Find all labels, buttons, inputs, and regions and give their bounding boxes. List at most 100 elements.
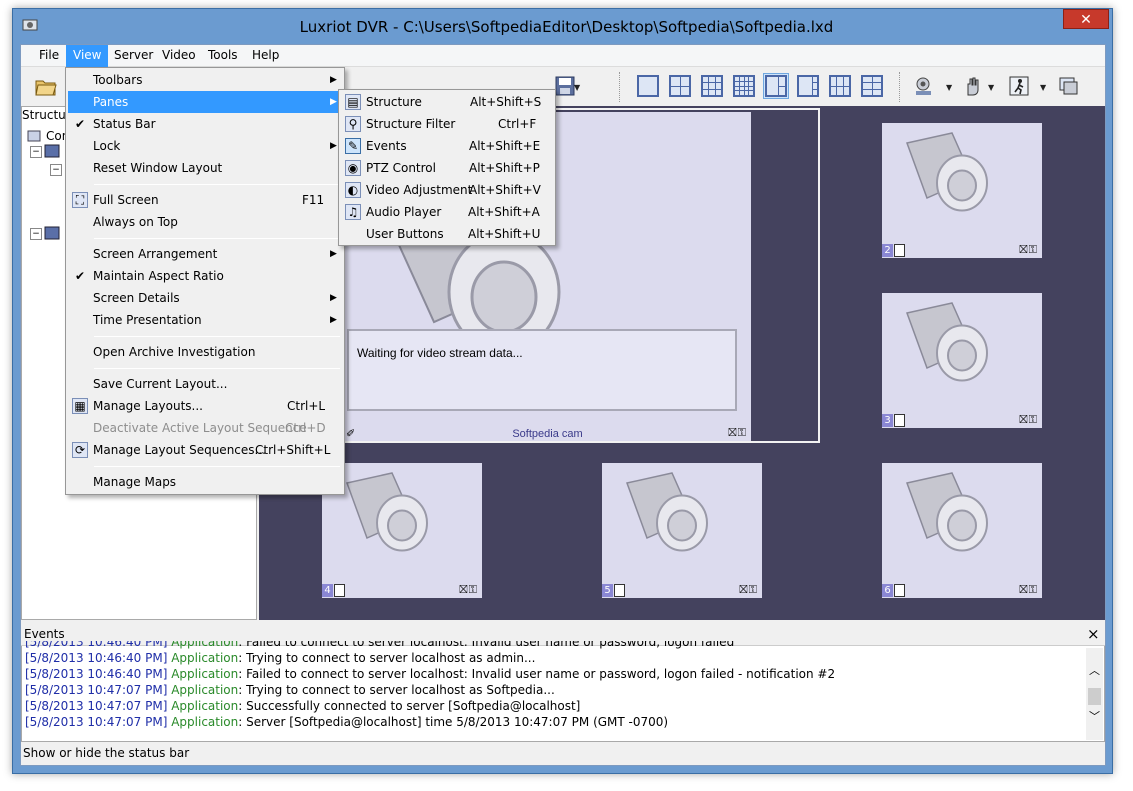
menu-item-ptz-control[interactable]: ◉ PTZ Control Alt+Shift+P [341, 157, 553, 179]
menu-item-manage-layout-sequences[interactable]: ⟳ Manage Layout Sequences... Ctrl+Shift+L [68, 439, 342, 461]
menu-server[interactable]: Server [107, 45, 160, 67]
camera-status-icons: ⛝⚿ [728, 426, 747, 439]
chevron-down-icon[interactable]: ▼ [1040, 83, 1046, 92]
events-log[interactable]: [5/8/2013 10:46:40 PM] Application: Fail… [25, 641, 1085, 741]
server-icon [27, 129, 41, 143]
scroll-thumb[interactable] [1088, 688, 1101, 705]
menu-item-deactivate-layout-sequence[interactable]: Deactivate Active Layout Sequence Ctrl+D [68, 417, 342, 439]
menu-tools[interactable]: Tools [201, 45, 245, 67]
menu-item-structure-filter[interactable]: ⚲ Structure Filter Ctrl+F [341, 113, 553, 135]
checkmark-icon: ✔ [74, 269, 86, 283]
menu-item-manage-layouts[interactable]: ▦ Manage Layouts... Ctrl+L [68, 395, 342, 417]
menu-view[interactable]: View [66, 45, 109, 67]
layout-4x4-icon[interactable] [731, 73, 757, 99]
menu-separator [94, 368, 340, 369]
events-close-icon[interactable]: × [1087, 625, 1100, 643]
tree-expander[interactable]: − [50, 164, 62, 176]
open-folder-icon[interactable] [33, 73, 59, 99]
scroll-up-icon[interactable]: ︿ [1089, 662, 1100, 678]
menu-item-maintain-aspect-ratio[interactable]: ✔ Maintain Aspect Ratio [68, 265, 342, 287]
menu-item-manage-maps[interactable]: Manage Maps [68, 471, 342, 493]
layout-3x3-icon[interactable] [699, 73, 725, 99]
menu-video[interactable]: Video [155, 45, 203, 67]
camera-placeholder-icon [626, 472, 708, 552]
camera-tile-5[interactable]: 5 ⛝⚿ [602, 463, 762, 598]
camera-placeholder-icon [906, 302, 988, 382]
record-icon [614, 584, 625, 597]
camera-placeholder-icon [346, 472, 428, 552]
log-line: [5/8/2013 10:47:07 PM] Application: Serv… [25, 715, 669, 729]
menu-item-screen-details[interactable]: Screen Details ▶ [68, 287, 342, 309]
close-button[interactable]: ✕ [1063, 9, 1109, 29]
events-scrollbar[interactable]: ︿ ﹀ [1086, 648, 1103, 740]
tree-expander[interactable]: − [30, 146, 42, 158]
group-icon [44, 226, 60, 240]
menu-item-status-bar[interactable]: ✔ Status Bar [68, 113, 342, 135]
camera-tile-3[interactable]: 3 ⛝⚿ [882, 293, 1042, 428]
layouts-icon: ▦ [72, 398, 88, 414]
menu-item-events[interactable]: ✎ Events Alt+Shift+E [341, 135, 553, 157]
camera-number-badge: 5 [602, 584, 613, 597]
menu-item-reset-window-layout[interactable]: Reset Window Layout [68, 157, 342, 179]
menu-item-open-archive-investigation[interactable]: Open Archive Investigation [68, 341, 342, 363]
camera-tile-2[interactable]: 2 ⛝⚿ [882, 123, 1042, 258]
layout-1plus7-icon[interactable] [795, 73, 821, 99]
log-line: [5/8/2013 10:46:40 PM] Application: Tryi… [25, 651, 536, 665]
view-menu: Toolbars ▶ Panes ▶ ✔ Status Bar Lock ▶ Reset… [65, 67, 345, 495]
hand-icon[interactable] [959, 73, 985, 99]
checkmark-icon: ✔ [74, 117, 86, 131]
layout-2x4-icon[interactable] [827, 73, 853, 99]
chevron-down-icon[interactable]: ▼ [574, 83, 580, 92]
record-icon [894, 244, 905, 257]
stream-status-box: Waiting for video stream data... [347, 329, 737, 411]
record-icon [894, 414, 905, 427]
tree-expander[interactable]: − [30, 228, 42, 240]
toolbar-separator [619, 72, 623, 102]
ptz-pin-icon[interactable]: ✐ [346, 427, 355, 440]
menu-item-toolbars[interactable]: Toolbars ▶ [68, 69, 342, 91]
motion-detection-icon[interactable] [1006, 73, 1032, 99]
snapshot-icon[interactable] [911, 73, 937, 99]
menu-item-video-adjustment[interactable]: ◐ Video Adjustment Alt+Shift+V [341, 179, 553, 201]
layout-2x2-icon[interactable] [667, 73, 693, 99]
menu-item-full-screen[interactable]: ⛶ Full Screen F11 [68, 189, 342, 211]
camera-number-badge: 4 [322, 584, 333, 597]
menu-separator [94, 184, 340, 185]
layout-1x1-icon[interactable] [635, 73, 661, 99]
menu-item-lock[interactable]: Lock ▶ [68, 135, 342, 157]
layout-1plus5-icon[interactable] [763, 73, 789, 99]
window-mode-icon[interactable] [1055, 73, 1081, 99]
menu-item-save-current-layout[interactable]: Save Current Layout... [68, 373, 342, 395]
camera-number-badge: 3 [882, 414, 893, 427]
menu-separator [94, 466, 340, 467]
toolbar-separator [899, 72, 903, 102]
menu-item-structure[interactable]: ▤ Structure Alt+Shift+S [341, 91, 553, 113]
camera-status-icons: ⛝⚿ [1019, 243, 1038, 256]
menu-help[interactable]: Help [245, 45, 286, 67]
menu-item-screen-arrangement[interactable]: Screen Arrangement ▶ [68, 243, 342, 265]
menu-item-audio-player[interactable]: ♫ Audio Player Alt+Shift+A [341, 201, 553, 223]
log-line: [5/8/2013 10:46:40 PM] Application: Fail… [25, 667, 836, 681]
menu-file[interactable]: File [32, 45, 66, 67]
record-icon [334, 584, 345, 597]
camera-tile-4[interactable]: 4 ⛝⚿ [322, 463, 482, 598]
layout-2x3-icon[interactable] [859, 73, 885, 99]
menu-item-user-buttons[interactable]: User Buttons Alt+Shift+U [341, 223, 553, 245]
menu-item-always-on-top[interactable]: Always on Top [68, 211, 342, 233]
scroll-down-icon[interactable]: ﹀ [1089, 708, 1100, 724]
chevron-down-icon[interactable]: ▼ [988, 83, 994, 92]
camera-tile-6[interactable]: 6 ⛝⚿ [882, 463, 1042, 598]
status-bar: Show or hide the status bar [21, 743, 1105, 764]
sequences-icon: ⟳ [72, 442, 88, 458]
chevron-down-icon[interactable]: ▼ [946, 83, 952, 92]
camera-placeholder-icon [906, 472, 988, 552]
record-icon [894, 584, 905, 597]
filter-icon: ⚲ [345, 116, 361, 132]
structure-pane-title: Structure [22, 108, 66, 122]
window-title: Luxriot DVR - C:\Users\SoftpediaEditor\D… [299, 18, 834, 36]
audio-icon: ♫ [345, 204, 361, 220]
menu-item-time-presentation[interactable]: Time Presentation ▶ [68, 309, 342, 331]
menu-item-panes[interactable]: Panes ▶ [68, 91, 342, 113]
camera-number-badge: 2 [882, 244, 893, 257]
menu-separator [94, 238, 340, 239]
